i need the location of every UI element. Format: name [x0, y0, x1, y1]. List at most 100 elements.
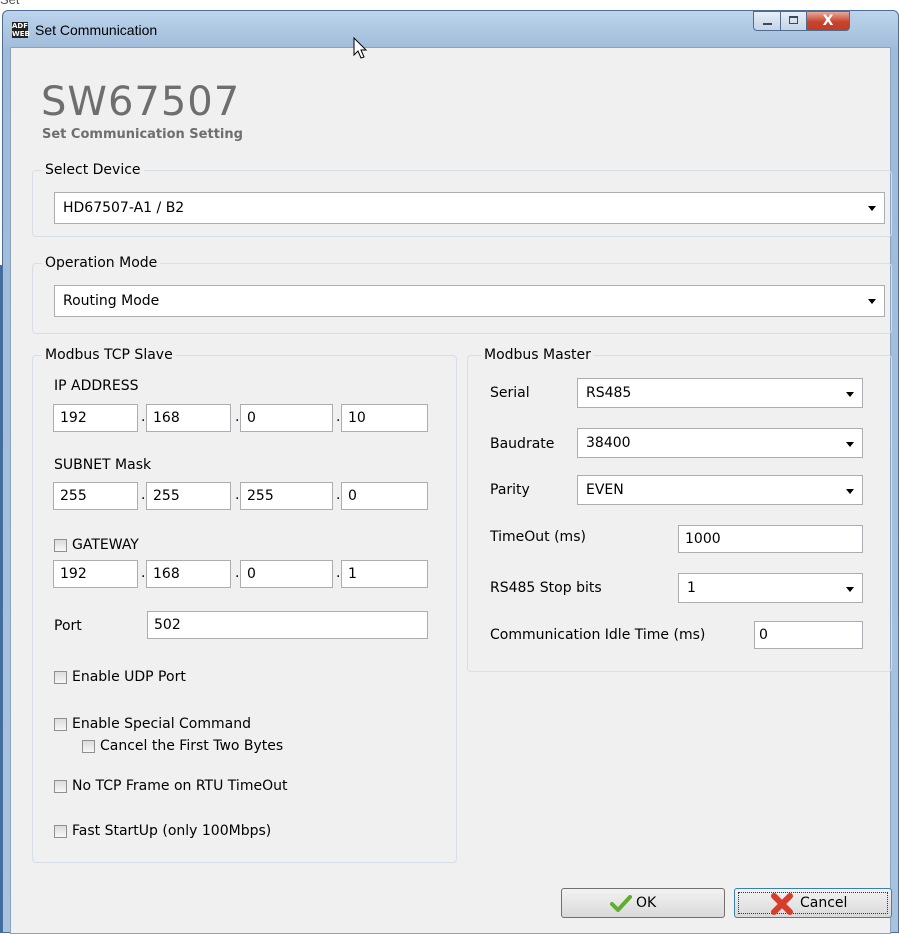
ip-octet-2-value: 168 — [153, 410, 180, 426]
select-device-legend: Select Device — [42, 162, 144, 178]
no-tcp-frame-checkbox[interactable] — [54, 780, 67, 793]
ip-octet-3-value: 0 — [247, 410, 256, 426]
idle-time-label: Communication Idle Time (ms) — [490, 627, 706, 643]
gateway-octet-4[interactable]: 1 — [341, 560, 428, 588]
operation-mode-legend: Operation Mode — [42, 255, 161, 271]
cancel-two-bytes-label: Cancel the First Two Bytes — [100, 738, 284, 754]
gateway-octet-1-value: 192 — [60, 566, 87, 582]
subnet-octet-4[interactable]: 0 — [341, 482, 428, 510]
subnet-octet-2[interactable]: 255 — [146, 482, 231, 510]
app-icon: ADF WEB — [12, 22, 30, 38]
dot-separator: . — [336, 565, 341, 581]
gateway-octet-2-value: 168 — [153, 566, 180, 582]
port-value: 502 — [154, 617, 181, 633]
gateway-checkbox[interactable] — [54, 539, 67, 552]
chevron-down-icon — [846, 587, 854, 592]
dot-separator: . — [336, 487, 341, 503]
ip-octet-3[interactable]: 0 — [240, 404, 333, 432]
ip-octet-4-value: 10 — [348, 410, 366, 426]
minimize-icon — [763, 23, 772, 25]
parity-select[interactable]: EVEN — [577, 475, 863, 505]
dialog-window: ADF WEB Set Communication X SW67507 Set … — [2, 10, 899, 934]
gateway-octet-1[interactable]: 192 — [53, 560, 138, 588]
subnet-octet-1[interactable]: 255 — [53, 482, 138, 510]
dot-separator: . — [141, 565, 146, 581]
baudrate-label: Baudrate — [490, 436, 555, 452]
chevron-down-icon — [868, 299, 876, 304]
device-select[interactable]: HD67507-A1 / B2 — [54, 192, 885, 224]
dot-separator: . — [235, 565, 240, 581]
dialog-client-area: SW67507 Set Communication Setting Select… — [10, 37, 892, 934]
subnet-octet-3-value: 255 — [247, 488, 274, 504]
gateway-octet-3-value: 0 — [247, 566, 256, 582]
dot-separator: . — [336, 409, 341, 425]
serial-value: RS485 — [586, 385, 632, 401]
timeout-label: TimeOut (ms) — [490, 529, 586, 545]
modbus-master-legend: Modbus Master — [481, 347, 594, 363]
close-button[interactable]: X — [806, 11, 850, 31]
cancel-two-bytes-checkbox[interactable] — [82, 740, 95, 753]
tcp-slave-group: Modbus TCP Slave IP ADDRESS 192 . 168 . … — [32, 347, 457, 863]
dot-separator: . — [235, 487, 240, 503]
stop-bits-select[interactable]: 1 — [678, 573, 863, 603]
product-title: SW67507 — [41, 79, 241, 125]
minimize-button[interactable] — [753, 11, 781, 31]
modbus-master-group: Modbus Master Serial RS485 Baudrate 3840… — [467, 347, 892, 672]
stop-bits-value: 1 — [687, 580, 696, 596]
chevron-down-icon — [846, 442, 854, 447]
special-command-checkbox[interactable] — [54, 718, 67, 731]
cancel-x-icon — [771, 893, 793, 915]
maximize-icon — [789, 16, 798, 24]
dot-separator: . — [235, 409, 240, 425]
ip-octet-2[interactable]: 168 — [146, 404, 231, 432]
stop-bits-label: RS485 Stop bits — [490, 580, 602, 596]
baudrate-value: 38400 — [586, 435, 631, 451]
chevron-down-icon — [846, 489, 854, 494]
checkmark-icon — [610, 895, 632, 912]
title-bar[interactable]: ADF WEB Set Communication X — [3, 11, 898, 49]
no-tcp-frame-label: No TCP Frame on RTU TimeOut — [72, 778, 288, 794]
timeout-value: 1000 — [685, 531, 721, 547]
subnet-octet-3[interactable]: 255 — [240, 482, 333, 510]
dot-separator: . — [141, 409, 146, 425]
special-command-label: Enable Special Command — [72, 716, 251, 732]
subnet-mask-label: SUBNET Mask — [54, 457, 152, 473]
ok-label: OK — [636, 895, 657, 911]
product-subtitle: Set Communication Setting — [42, 127, 243, 142]
port-label: Port — [54, 618, 82, 634]
operation-mode-value: Routing Mode — [63, 293, 160, 309]
ip-address-label: IP ADDRESS — [54, 378, 139, 394]
gateway-label: GATEWAY — [72, 537, 139, 553]
udp-port-checkbox[interactable] — [54, 671, 67, 684]
gateway-octet-2[interactable]: 168 — [146, 560, 231, 588]
cancel-button[interactable]: Cancel — [734, 888, 892, 918]
serial-select[interactable]: RS485 — [577, 378, 863, 408]
maximize-button[interactable] — [780, 11, 807, 31]
chevron-down-icon — [846, 392, 854, 397]
gateway-octet-3[interactable]: 0 — [240, 560, 333, 588]
idle-time-input[interactable]: 0 — [754, 621, 863, 649]
ip-octet-4[interactable]: 10 — [341, 404, 428, 432]
fast-startup-checkbox[interactable] — [54, 825, 67, 838]
subnet-octet-1-value: 255 — [60, 488, 87, 504]
dot-separator: . — [141, 487, 146, 503]
cancel-label: Cancel — [800, 895, 848, 911]
subnet-octet-2-value: 255 — [153, 488, 180, 504]
udp-port-label: Enable UDP Port — [72, 669, 186, 685]
operation-mode-select[interactable]: Routing Mode — [54, 285, 885, 317]
background-title-fragment: Set Communication — [0, 0, 20, 10]
port-input[interactable]: 502 — [147, 611, 428, 639]
baudrate-select[interactable]: 38400 — [577, 428, 863, 458]
select-device-group: Select Device HD67507-A1 / B2 — [32, 162, 892, 237]
tcp-slave-legend: Modbus TCP Slave — [42, 347, 176, 363]
ip-octet-1-value: 192 — [60, 410, 87, 426]
timeout-input[interactable]: 1000 — [678, 525, 863, 553]
window-title: Set Communication — [35, 22, 158, 38]
ok-button[interactable]: OK — [561, 888, 725, 918]
subnet-octet-4-value: 0 — [348, 488, 357, 504]
chevron-down-icon — [868, 206, 876, 211]
parity-label: Parity — [490, 482, 530, 498]
device-select-value: HD67507-A1 / B2 — [63, 200, 185, 216]
fast-startup-label: Fast StartUp (only 100Mbps) — [72, 823, 272, 839]
ip-octet-1[interactable]: 192 — [53, 404, 138, 432]
